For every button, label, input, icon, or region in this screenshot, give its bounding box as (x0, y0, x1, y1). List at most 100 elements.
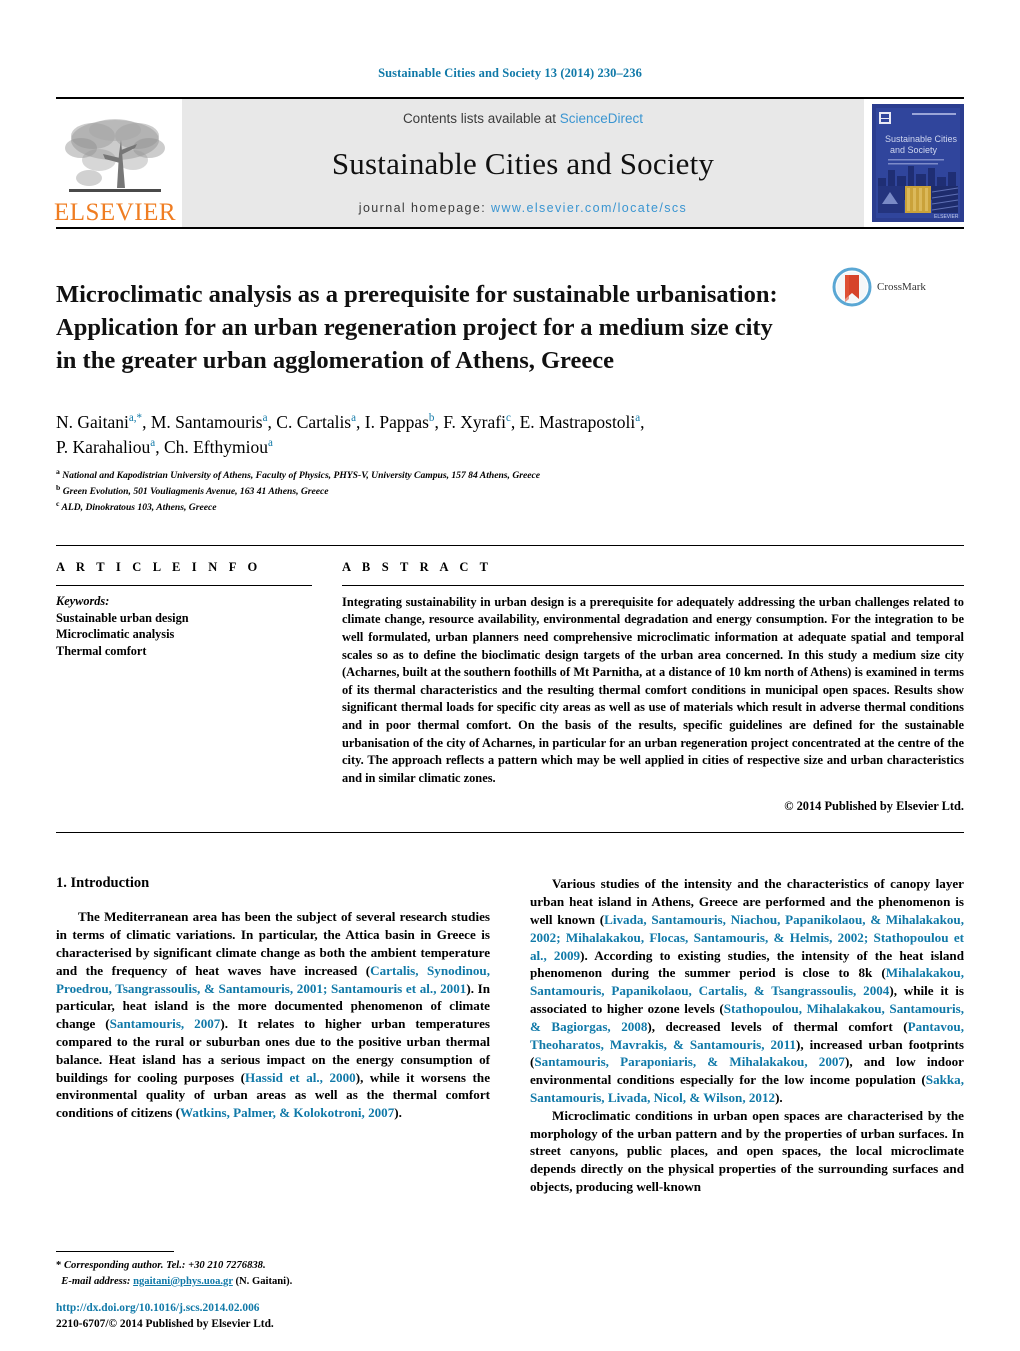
author-affiliation-mark: b (428, 411, 435, 424)
keyword-item: Microclimatic analysis (56, 627, 175, 642)
affiliation-item: b Green Evolution, 501 Vouliagmenis Aven… (56, 483, 964, 499)
paragraph: The Mediterranean area has been the subj… (56, 908, 490, 1122)
author-affiliation-mark: a (262, 411, 268, 424)
title-line-2: Application for an urban regeneration pr… (56, 313, 773, 341)
author-item: E. Mastrapostolia (520, 412, 641, 432)
author-item: F. Xyrafic (443, 412, 511, 432)
author-name: C. Cartalis (276, 411, 352, 432)
citation-reference[interactable]: Santamouris, 2007 (110, 1016, 221, 1031)
author-name: N. Gaitani (56, 411, 129, 432)
journal-banner: Contents lists available at ScienceDirec… (182, 99, 864, 227)
svg-text:Sustainable Cities: Sustainable Cities (885, 134, 958, 144)
author-affiliation-mark: a (267, 437, 273, 450)
keyword-item: Thermal comfort (56, 643, 147, 658)
crossmark-badge[interactable]: CrossMark (832, 263, 964, 307)
abstract-bottom-rule (56, 832, 964, 834)
author-item: M. Santamourisa (151, 412, 268, 432)
affiliation-list: a National and Kapodistrian University o… (56, 467, 964, 514)
affiliation-item: c ALD, Dinokratous 103, Athens, Greece (56, 499, 964, 515)
corresponding-author-text: Corresponding author. Tel.: +30 210 7276… (63, 1260, 266, 1272)
homepage-prefix: journal homepage: (358, 201, 492, 215)
abstract-heading: A B S T R A C T (342, 559, 493, 574)
elsevier-logo: ELSEVIER (53, 99, 177, 227)
body-columns: 1. Introduction The Mediterranean area h… (56, 875, 964, 1195)
title-line-3: in the greater urban agglomeration of At… (56, 346, 614, 374)
title-block: Microclimatic analysis as a prerequisite… (56, 263, 964, 394)
page-title: Microclimatic analysis as a prerequisite… (56, 279, 832, 377)
email-label: E-mail address: (61, 1275, 131, 1287)
affiliation-text: ALD, Dinokratous 103, Athens, Greece (61, 502, 217, 514)
crossmark-icon (832, 267, 872, 307)
running-head: Sustainable Cities and Society 13 (2014)… (378, 66, 642, 80)
abstract-column: A B S T R A C T Integrating sustainabili… (342, 560, 964, 815)
citation-reference[interactable]: Hassid et al., 2000 (245, 1070, 356, 1085)
footnote-rule (56, 1251, 174, 1253)
issn-copyright-line: 2210-6707/© 2014 Published by Elsevier L… (56, 1318, 274, 1331)
affiliation-item: a National and Kapodistrian University o… (56, 467, 964, 483)
journal-title: Sustainable Cities and Society (331, 145, 715, 181)
title-line-1: Microclimatic analysis as a prerequisite… (56, 281, 778, 309)
author-item: I. Pappasb (365, 412, 435, 432)
sciencedirect-link[interactable]: ScienceDirect (560, 111, 643, 126)
abstract-copyright: © 2014 Published by Elsevier Ltd. (784, 799, 964, 814)
affiliation-text: Green Evolution, 501 Vouliagmenis Avenue… (62, 486, 329, 498)
author-item: N. Gaitania,* (56, 412, 142, 432)
author-item: C. Cartalisa (276, 412, 356, 432)
affiliation-mark: b (56, 483, 61, 493)
keywords-label: Keywords: (56, 593, 110, 608)
body-column-right: Various studies of the intensity and the… (530, 875, 964, 1195)
email-link[interactable]: ngaitani@phys.uoa.gr (133, 1276, 233, 1287)
abstract-rule (342, 584, 964, 586)
citation-reference[interactable]: Watkins, Palmer, & Kolokotroni, 2007 (180, 1105, 394, 1120)
abstract-text: Integrating sustainability in urban desi… (342, 594, 964, 785)
author-name: P. Karahaliou (56, 436, 151, 457)
body-column-left: 1. Introduction The Mediterranean area h… (56, 875, 490, 1195)
journal-homepage-line: journal homepage: www.elsevier.com/locat… (359, 201, 687, 215)
corresponding-author-note: * Corresponding author. Tel.: +30 210 72… (56, 1258, 468, 1289)
elsevier-wordmark: ELSEVIER (53, 199, 177, 226)
article-info-rule (56, 584, 312, 586)
affiliation-text: National and Kapodistrian University of … (62, 470, 541, 482)
journal-cover-thumbnail: Sustainable Cities and Society ELSEVIER (872, 104, 964, 222)
info-abstract-region: A R T I C L E I N F O Keywords: Sustaina… (56, 544, 964, 815)
footnote-area: * Corresponding author. Tel.: +30 210 72… (56, 1251, 468, 1289)
author-name: Ch. Efthymiou (163, 436, 268, 457)
paragraph: Microclimatic conditions in urban open s… (530, 1107, 964, 1194)
crossmark-label: CrossMark (877, 281, 926, 293)
author-affiliation-mark: a,* (128, 411, 143, 424)
author-name: M. Santamouris (150, 411, 263, 432)
masthead-bottom-rule (56, 227, 964, 229)
svg-text:and Society: and Society (890, 145, 938, 155)
author-list: N. Gaitania,*, M. Santamourisa, C. Carta… (56, 411, 645, 457)
affiliation-mark: a (56, 467, 60, 477)
introduction-heading: 1. Introduction (56, 875, 150, 892)
journal-homepage-link[interactable]: www.elsevier.com/locate/scs (491, 201, 687, 215)
author-affiliation-mark: a (351, 411, 357, 424)
author-affiliation-mark: a (150, 437, 156, 450)
svg-text:ELSEVIER: ELSEVIER (934, 214, 959, 220)
journal-masthead: ELSEVIER Contents lists available at Sci… (53, 97, 964, 227)
paragraph: Various studies of the intensity and the… (530, 875, 964, 1106)
author-item: Ch. Efthymioua (164, 437, 273, 457)
doi-block: http://dx.doi.org/10.1016/j.scs.2014.02.… (56, 1301, 274, 1333)
author-name: F. Xyrafi (443, 411, 506, 432)
author-affiliation-mark: c (505, 411, 511, 424)
author-affiliation-mark: a (635, 411, 641, 424)
contents-prefix: Contents lists available at (402, 111, 560, 126)
para-text: ). (394, 1105, 402, 1121)
para-text: ), decreased levels of thermal comfort ( (647, 1018, 908, 1034)
email-suffix: (N. Gaitani). (232, 1275, 293, 1287)
journal-cover-image: Sustainable Cities and Society ELSEVIER (872, 104, 964, 222)
contents-list-line: Contents lists available at ScienceDirec… (403, 111, 643, 126)
author-item: P. Karahalioua (56, 437, 155, 457)
citation-reference[interactable]: Santamouris, Paraponiaris, & Mihalakakou… (534, 1054, 845, 1069)
keyword-item: Sustainable urban design (56, 610, 189, 625)
footnote-star: * (56, 1260, 62, 1272)
para-text: ). (775, 1089, 783, 1105)
affiliation-mark: c (56, 498, 60, 508)
article-first-page: Sustainable Cities and Society 13 (2014)… (0, 0, 1020, 1351)
author-name: I. Pappas (364, 411, 429, 432)
doi-link[interactable]: http://dx.doi.org/10.1016/j.scs.2014.02.… (56, 1301, 274, 1317)
article-info-column: A R T I C L E I N F O Keywords: Sustaina… (56, 560, 312, 815)
article-info-heading: A R T I C L E I N F O (56, 559, 262, 574)
